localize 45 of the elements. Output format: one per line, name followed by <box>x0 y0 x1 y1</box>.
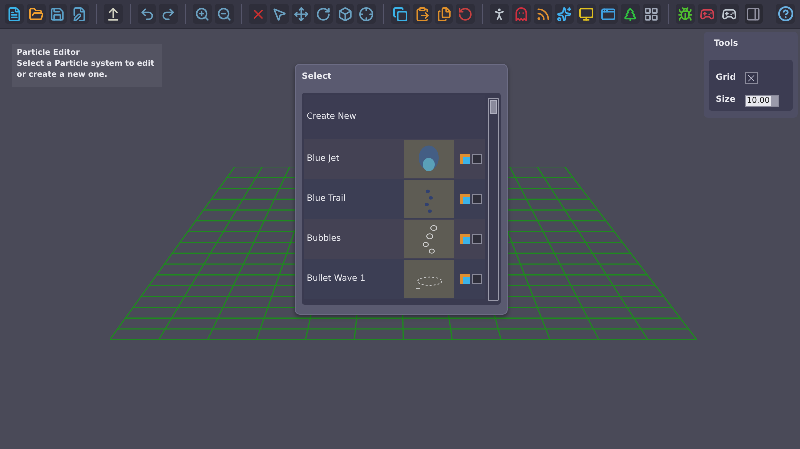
save-icon[interactable] <box>48 4 68 24</box>
folder-icon[interactable] <box>26 4 46 24</box>
size-field[interactable]: 10.00 <box>745 94 779 107</box>
checkbox[interactable] <box>472 274 482 284</box>
move-icon[interactable] <box>292 4 311 24</box>
checkbox[interactable] <box>472 234 482 244</box>
new-file-icon[interactable] <box>5 4 24 24</box>
tools-title: Tools <box>714 38 740 51</box>
zoom-in-icon[interactable] <box>193 4 212 24</box>
checkbox[interactable] <box>472 194 482 204</box>
help-icon[interactable] <box>776 4 796 24</box>
paste-icon[interactable] <box>412 4 432 24</box>
pointer-icon[interactable] <box>270 4 290 24</box>
tree-icon[interactable] <box>620 4 640 24</box>
import-icon[interactable] <box>104 4 123 24</box>
panel-icon[interactable] <box>744 4 764 24</box>
crosshair-icon[interactable] <box>357 4 376 24</box>
figure-icon[interactable] <box>490 4 509 24</box>
particles-icon[interactable] <box>555 4 574 24</box>
delete-icon[interactable] <box>248 4 268 24</box>
reload-icon[interactable] <box>456 4 476 24</box>
redo-icon[interactable] <box>159 4 178 24</box>
documents-icon[interactable] <box>434 4 454 24</box>
copy-icon[interactable] <box>391 4 410 24</box>
zoom-out-icon[interactable] <box>214 4 234 24</box>
checkbox[interactable] <box>472 154 482 164</box>
grid-label: Grid <box>716 72 738 85</box>
save-as-icon[interactable] <box>70 4 90 24</box>
bug-icon[interactable] <box>676 4 695 24</box>
screen-icon[interactable] <box>577 4 596 24</box>
gamepad-icon[interactable] <box>720 4 739 24</box>
layout-icon[interactable] <box>642 4 662 24</box>
window-icon[interactable] <box>599 4 618 24</box>
size-label: Size <box>716 94 737 108</box>
dialog-title: Select <box>302 71 333 84</box>
list-item[interactable]: Bullet Wave 1 <box>304 259 485 299</box>
scrollbar[interactable] <box>488 98 499 301</box>
grid-checkbox[interactable] <box>745 72 758 84</box>
list-item[interactable]: Blue Jet <box>304 139 485 179</box>
undo-icon[interactable] <box>138 4 156 24</box>
list-item[interactable]: Blue Trail <box>304 179 485 219</box>
cube-icon[interactable] <box>336 4 354 24</box>
list-item[interactable]: Bubbles <box>304 219 485 259</box>
rotate-icon[interactable] <box>314 4 333 24</box>
feed-icon[interactable] <box>534 4 552 24</box>
